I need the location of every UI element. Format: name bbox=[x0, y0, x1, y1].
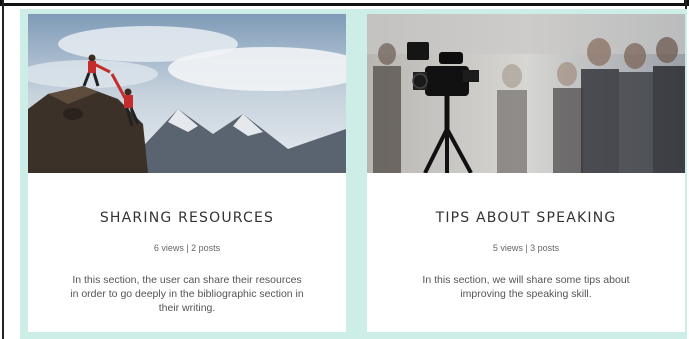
card-title[interactable]: SHARING RESOURCES bbox=[28, 210, 346, 226]
forum-category-grid: SHARING RESOURCES 6 views | 2 posts In t… bbox=[20, 9, 687, 339]
top-border bbox=[0, 0, 689, 6]
video-camera-image[interactable] bbox=[367, 14, 685, 173]
page: SHARING RESOURCES 6 views | 2 posts In t… bbox=[0, 0, 689, 339]
category-card-sharing-resources[interactable]: SHARING RESOURCES 6 views | 2 posts In t… bbox=[28, 14, 346, 332]
mountain-climbers-image[interactable] bbox=[28, 14, 346, 173]
card-title[interactable]: TIPS ABOUT SPEAKING bbox=[367, 210, 685, 226]
card-stats: 5 views | 3 posts bbox=[492, 243, 560, 253]
card-description: In this section, the user can share thei… bbox=[70, 274, 304, 314]
card-stats: 6 views | 2 posts bbox=[153, 243, 221, 253]
category-card-tips-about-speaking[interactable]: TIPS ABOUT SPEAKING 5 views | 3 posts In… bbox=[367, 14, 685, 332]
card-description: In this section, we will share some tips… bbox=[422, 274, 630, 300]
left-border bbox=[2, 0, 4, 339]
